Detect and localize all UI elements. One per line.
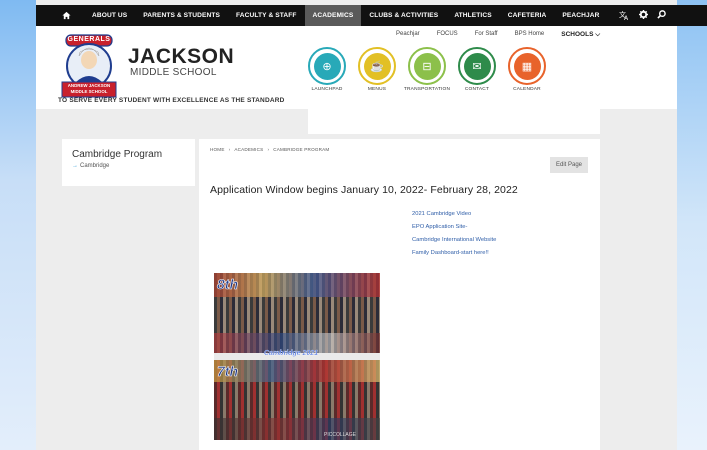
photo-8th-grade: 8th [214, 273, 380, 353]
util-link-peachjar[interactable]: Peachjar [396, 31, 420, 39]
breadcrumb-separator: › [228, 147, 231, 152]
mail-icon: ✉ [463, 52, 491, 80]
arrow-right-icon: → [72, 163, 78, 169]
school-tagline: TO SERVE EVERY STUDENT WITH EXCELLENCE A… [58, 97, 285, 104]
nav-item-athletics[interactable]: ATHLETICS [446, 5, 499, 26]
page-side-right [677, 0, 707, 450]
breadcrumb: HOME › ACADEMICS › CAMBRIDGE PROGRAM [210, 147, 329, 152]
translate-icon[interactable]: 文A [619, 10, 630, 22]
page-side-left [0, 0, 36, 450]
util-link-for-staff[interactable]: For Staff [475, 31, 498, 39]
quick-link-contact[interactable]: ✉ CONTACT [458, 47, 496, 92]
nav-item-clubs-activities[interactable]: CLUBS & ACTIVITIES [361, 5, 446, 26]
school-subtitle: MIDDLE SCHOOL [130, 67, 217, 78]
quick-link-label: CONTACT [464, 87, 490, 92]
photo-watermark: PICCOLLAGE [324, 432, 356, 438]
school-name[interactable]: JACKSON [128, 45, 234, 69]
sidebar-item-cambridge[interactable]: → Cambridge [72, 163, 185, 169]
resource-links: 2021 Cambridge Video EPO Application Sit… [412, 211, 496, 256]
photo-label-7th: 7th [217, 363, 239, 380]
main-navigation: ABOUT US PARENTS & STUDENTS FACULTY & ST… [36, 5, 707, 26]
link-cambridge-international[interactable]: Cambridge International Website [412, 237, 496, 243]
quick-link-label: CALENDAR [513, 87, 541, 92]
bus-icon: ⊟ [413, 52, 441, 80]
breadcrumb-separator: › [267, 147, 270, 152]
cambridge-class-photo: 8th 7th Cambridge 2021 PICCOLLAGE [214, 273, 380, 440]
sidebar-title[interactable]: Cambridge Program [72, 149, 185, 160]
section-sidebar: Cambridge Program → Cambridge [62, 139, 195, 186]
nav-item-academics[interactable]: ACADEMICS [304, 5, 362, 26]
nav-tools: 文A [619, 10, 667, 22]
sidebar-item-label: Cambridge [80, 163, 110, 169]
food-icon: ☕ [363, 52, 391, 80]
nav-item-cafeteria[interactable]: CAFETERIA [500, 5, 555, 26]
quick-link-label: LAUNCHPAD [311, 87, 343, 92]
svg-text:A: A [624, 15, 629, 20]
link-family-dashboard[interactable]: Family Dashboard-start here!! [412, 250, 496, 256]
util-link-bps-home[interactable]: BPS Home [515, 31, 545, 39]
utility-links: Peachjar FOCUS For Staff BPS Home SCHOOL… [396, 31, 600, 39]
quick-link-launchpad[interactable]: ⊕ LAUNCHPAD [308, 47, 346, 92]
quick-links: ⊕ LAUNCHPAD ☕ MENUS ⊟ TRANSPORTATION ✉ C… [308, 47, 546, 92]
home-icon[interactable] [62, 11, 84, 20]
quick-link-label: TRANSPORTATION [403, 87, 451, 92]
link-epo-application[interactable]: EPO Application Site- [412, 224, 496, 230]
school-logo[interactable]: GENERALS ANDREW JACKSON MIDDLE SCHOOL [58, 30, 120, 100]
logo-banner-line-1: ANDREW JACKSON [67, 83, 111, 88]
photo-banner: Cambridge 2021 [264, 350, 319, 357]
quick-links-strip [308, 109, 600, 134]
nav-item-faculty-staff[interactable]: FACULTY & STAFF [228, 5, 304, 26]
settings-icon[interactable] [639, 10, 649, 21]
quick-link-transportation[interactable]: ⊟ TRANSPORTATION [404, 47, 450, 92]
photo-label-8th: 8th [217, 276, 239, 293]
page-headline: Application Window begins January 10, 20… [210, 184, 518, 196]
logo-banner-line-2: MIDDLE SCHOOL [70, 89, 108, 94]
search-icon[interactable] [657, 10, 667, 21]
nav-item-about-us[interactable]: ABOUT US [84, 5, 135, 26]
breadcrumb-home[interactable]: HOME [210, 147, 225, 152]
edit-page-button[interactable]: Edit Page [550, 157, 588, 173]
quick-link-calendar[interactable]: ▦ CALENDAR [508, 47, 546, 92]
quick-link-menus[interactable]: ☕ MENUS [358, 47, 396, 92]
breadcrumb-current: CAMBRIDGE PROGRAM [273, 147, 330, 152]
globe-icon: ⊕ [313, 52, 341, 80]
main-content: HOME › ACADEMICS › CAMBRIDGE PROGRAM Edi… [199, 139, 600, 450]
logo-top-text: GENERALS [67, 36, 111, 43]
calendar-icon: ▦ [513, 52, 541, 80]
schools-dropdown[interactable]: SCHOOLS ⌵ [561, 31, 600, 39]
breadcrumb-academics[interactable]: ACADEMICS [234, 147, 263, 152]
photo-7th-grade: 7th [214, 360, 380, 440]
nav-item-parents-students[interactable]: PARENTS & STUDENTS [135, 5, 228, 26]
link-cambridge-video[interactable]: 2021 Cambridge Video [412, 211, 496, 217]
util-link-focus[interactable]: FOCUS [437, 31, 458, 39]
nav-item-peachjar[interactable]: PEACHJAR [554, 5, 607, 26]
quick-link-label: MENUS [367, 87, 387, 92]
